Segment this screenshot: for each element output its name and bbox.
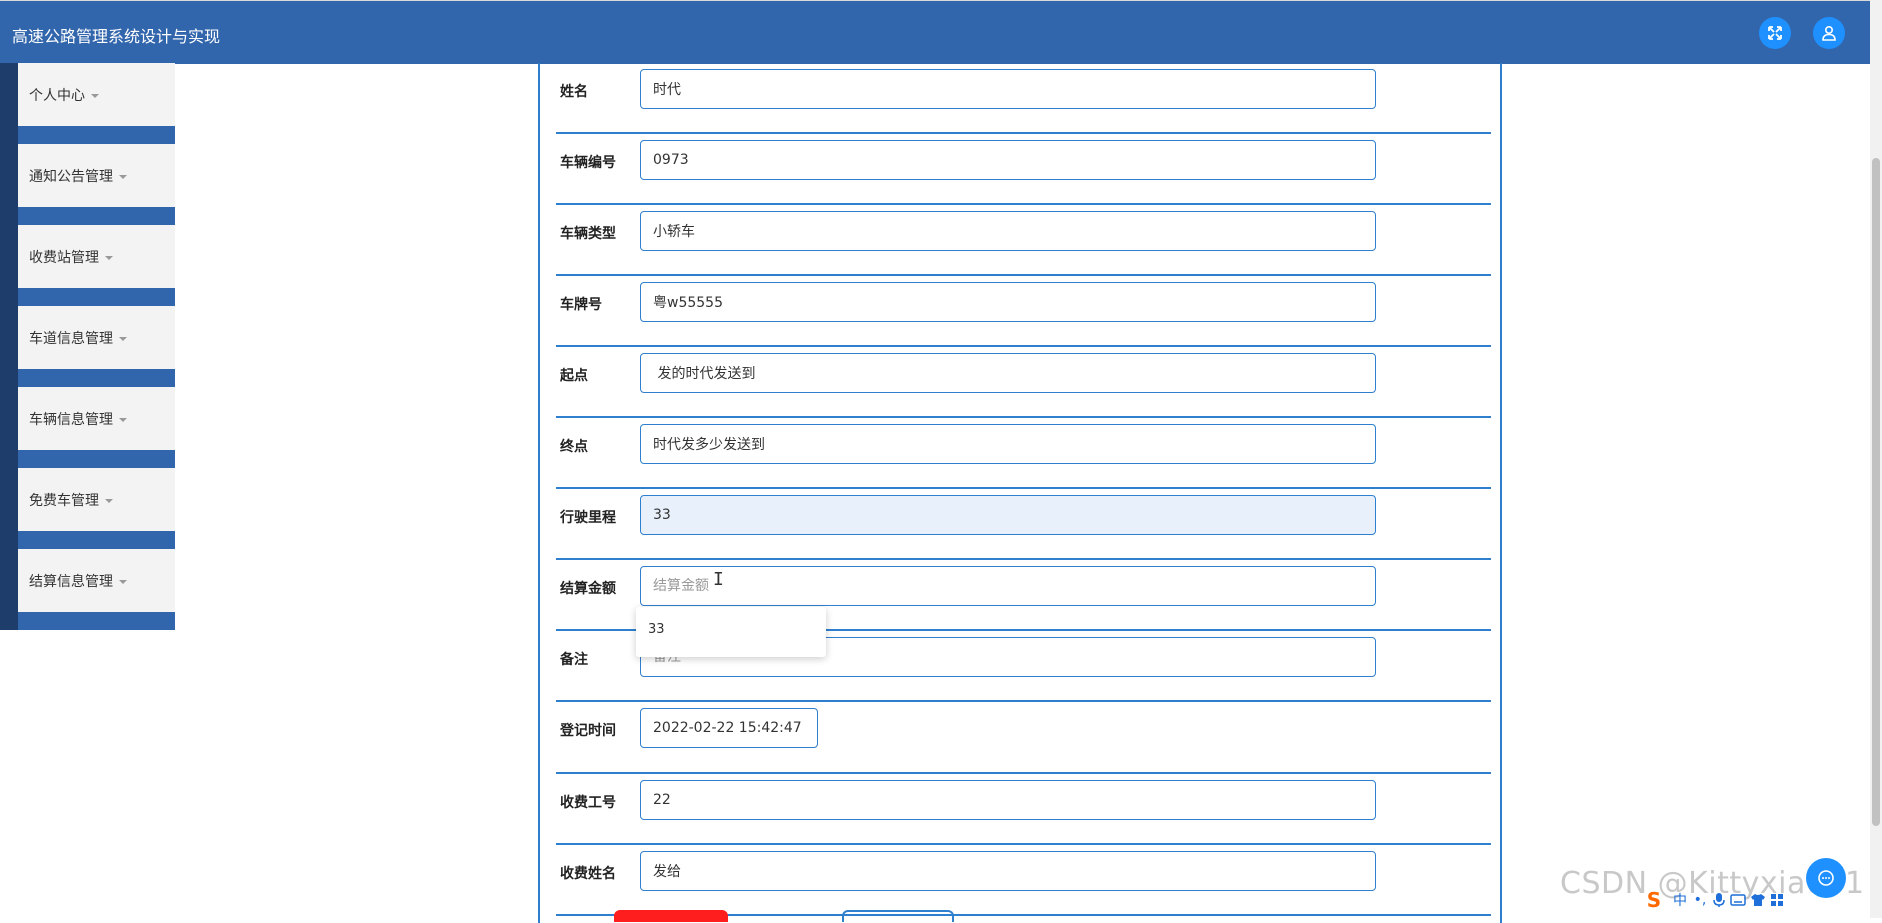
form-row-collector-id: 收费工号 [556,774,1491,845]
caret-down-icon [91,93,99,98]
shirt-icon[interactable] [1750,893,1766,907]
vehicle-number-input[interactable] [640,140,1376,180]
field-label: 终点 [560,439,588,455]
top-header: 高速公路管理系统设计与实现 [0,0,1870,64]
vehicle-type-input[interactable] [640,211,1376,251]
collector-name-input[interactable] [640,851,1376,891]
register-time-input[interactable] [640,708,818,748]
field-label: 姓名 [560,84,588,100]
sidebar-item-label: 个人中心 [29,87,85,104]
field-label: 登记时间 [560,723,616,739]
form-row-vehicle-number: 车辆编号 [556,134,1491,205]
sidebar-item-notice-management[interactable]: 通知公告管理 [0,144,175,225]
collector-id-input[interactable] [640,780,1376,820]
keyboard-icon[interactable] [1730,893,1746,907]
sidebar-item-label: 车道信息管理 [29,330,113,347]
sidebar-item-free-vehicle-management[interactable]: 免费车管理 [0,468,175,549]
ime-toolbar[interactable]: S 中 •, [1640,886,1784,914]
ime-punctuation[interactable]: •, [1692,892,1708,908]
end-point-input[interactable] [640,424,1376,464]
sidebar: 个人中心 通知公告管理 收费站管理 车道信息管理 车辆信息管理 免费车管理 结算… [0,63,175,630]
app-title: 高速公路管理系统设计与实现 [12,27,221,46]
caret-down-icon [119,174,127,179]
sidebar-item-lane-info-management[interactable]: 车道信息管理 [0,306,175,387]
caret-down-icon [105,255,113,260]
user-button[interactable] [1813,17,1845,49]
submit-button[interactable] [614,910,728,922]
plate-number-input[interactable] [640,282,1376,322]
form-row-mileage: 行驶里程 [556,489,1491,560]
ime-mode[interactable]: 中 [1672,890,1688,910]
caret-down-icon [119,417,127,422]
ime-logo[interactable]: S [1640,887,1668,913]
field-label: 行驶里程 [560,510,616,526]
caret-down-icon [119,336,127,341]
form-row-name: 姓名 [556,63,1491,134]
floating-chat-button[interactable] [1806,858,1846,898]
text-cursor-icon: I [713,569,724,590]
field-label: 收费姓名 [560,866,616,882]
mileage-input[interactable] [640,495,1376,535]
field-label: 车牌号 [560,297,602,313]
grid-icon[interactable] [1770,893,1784,907]
expand-icon [1768,26,1782,40]
fullscreen-button[interactable] [1759,17,1791,49]
sidebar-item-label: 车辆信息管理 [29,411,113,428]
sidebar-item-label: 收费站管理 [29,249,99,266]
sidebar-item-toll-station-management[interactable]: 收费站管理 [0,225,175,306]
scrollbar-thumb[interactable] [1872,158,1880,826]
user-icon [1822,25,1836,41]
form-row-collector-name: 收费姓名 [556,845,1491,916]
caret-down-icon [105,498,113,503]
autocomplete-option[interactable]: 33 [648,622,665,637]
cancel-button[interactable] [842,910,954,922]
chat-icon [1818,870,1834,886]
caret-down-icon [119,579,127,584]
field-label: 车辆编号 [560,155,616,171]
form-row-end-point: 终点 [556,418,1491,489]
name-input[interactable] [640,69,1376,109]
form-row-register-time: 登记时间 [556,702,1491,774]
field-label: 结算金额 [560,581,616,597]
field-label: 车辆类型 [560,226,616,242]
form-row-vehicle-type: 车辆类型 [556,205,1491,276]
sidebar-item-label: 免费车管理 [29,492,99,509]
field-label: 起点 [560,368,588,384]
form-row-start-point: 起点 [556,347,1491,418]
sidebar-item-label: 通知公告管理 [29,168,113,185]
form-row-plate-number: 车牌号 [556,276,1491,347]
autocomplete-dropdown[interactable]: 33 [636,607,826,657]
mic-icon[interactable] [1712,892,1726,908]
sidebar-item-settlement-info-management[interactable]: 结算信息管理 [0,549,175,630]
sidebar-item-personal-center[interactable]: 个人中心 [0,63,175,144]
field-label: 备注 [560,652,588,668]
start-point-input[interactable] [640,353,1376,393]
field-label: 收费工号 [560,795,616,811]
sidebar-item-vehicle-info-management[interactable]: 车辆信息管理 [0,387,175,468]
form-panel: 姓名 车辆编号 车辆类型 车牌号 起点 终点 行驶里程 结算金额 备注 登记时间… [538,63,1502,923]
settlement-amount-input[interactable] [640,566,1376,606]
sidebar-item-label: 结算信息管理 [29,573,113,590]
